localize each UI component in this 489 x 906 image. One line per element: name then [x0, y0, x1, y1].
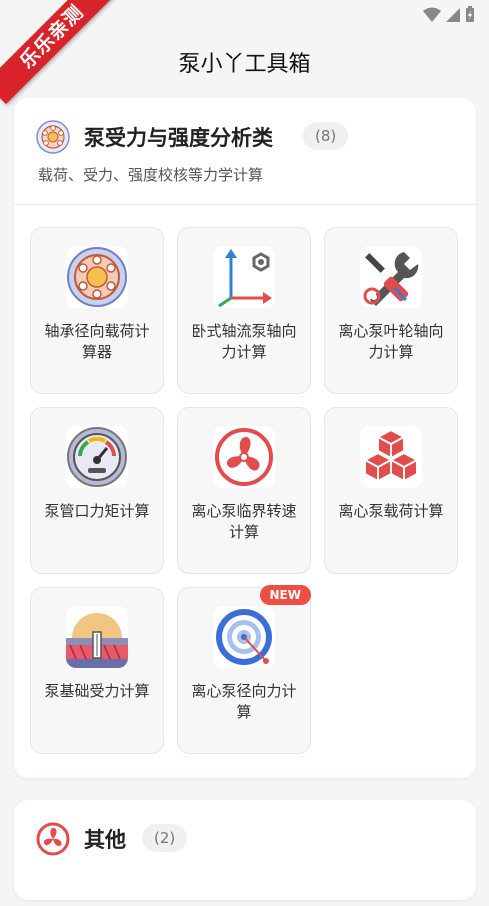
wrench-icon	[360, 246, 422, 308]
tool-label: 泵基础受力计算	[44, 682, 150, 700]
fan-icon	[213, 426, 275, 488]
tool-critical-speed[interactable]: 离心泵临界转速计算	[177, 407, 311, 574]
category-header[interactable]: 其他 (2)	[14, 800, 476, 906]
tool-label: 泵管口力矩计算	[44, 502, 150, 520]
tool-bearing-radial-load[interactable]: 轴承径向载荷计算器	[30, 227, 164, 394]
tool-label: 离心泵叶轮轴向力计算	[338, 322, 444, 361]
category-card-other: 其他 (2)	[14, 800, 476, 900]
battery-icon	[466, 6, 474, 22]
category-title: 其他	[84, 828, 126, 852]
category-description: 载荷、受力、强度校核等力学计算	[38, 166, 264, 184]
cubes-icon	[360, 426, 422, 488]
tool-label: 离心泵径向力计算	[191, 682, 297, 721]
bearing-category-icon	[36, 120, 70, 154]
tool-foundation-force[interactable]: 泵基础受力计算	[30, 587, 164, 754]
category-count-badge: (2)	[142, 824, 188, 852]
foundation-icon	[66, 606, 128, 668]
category-card-strength: 泵受力与强度分析类 (8) 载荷、受力、强度校核等力学计算 轴承径向载荷计算器	[14, 98, 476, 778]
tool-radial-force[interactable]: NEW 离心泵径向力计算	[177, 585, 311, 754]
category-title: 泵受力与强度分析类	[84, 126, 273, 150]
tool-label: 轴承径向载荷计算器	[44, 322, 150, 361]
bearing-icon	[66, 246, 128, 308]
wifi-icon	[423, 7, 441, 22]
tool-axial-flow-pump-force[interactable]: 卧式轴流泵轴向力计算	[177, 227, 311, 394]
app-title: 泵小丫工具箱	[178, 52, 311, 77]
tool-label: 卧式轴流泵轴向力计算	[191, 322, 297, 361]
fan-category-icon	[36, 822, 70, 856]
tool-label: 离心泵载荷计算	[338, 502, 444, 520]
axes-icon	[213, 246, 275, 308]
target-icon	[213, 606, 275, 668]
tool-nozzle-moment[interactable]: 泵管口力矩计算	[30, 407, 164, 574]
tool-pump-load[interactable]: 离心泵载荷计算	[324, 407, 458, 574]
category-header[interactable]: 泵受力与强度分析类 (8) 载荷、受力、强度校核等力学计算	[14, 98, 476, 205]
tool-label: 离心泵临界转速计算	[191, 502, 297, 541]
category-count-badge: (8)	[303, 122, 349, 150]
tool-impeller-axial-force[interactable]: 离心泵叶轮轴向力计算	[324, 227, 458, 394]
gauge-icon	[66, 426, 128, 488]
signal-icon	[446, 7, 460, 22]
new-badge: NEW	[259, 585, 311, 605]
